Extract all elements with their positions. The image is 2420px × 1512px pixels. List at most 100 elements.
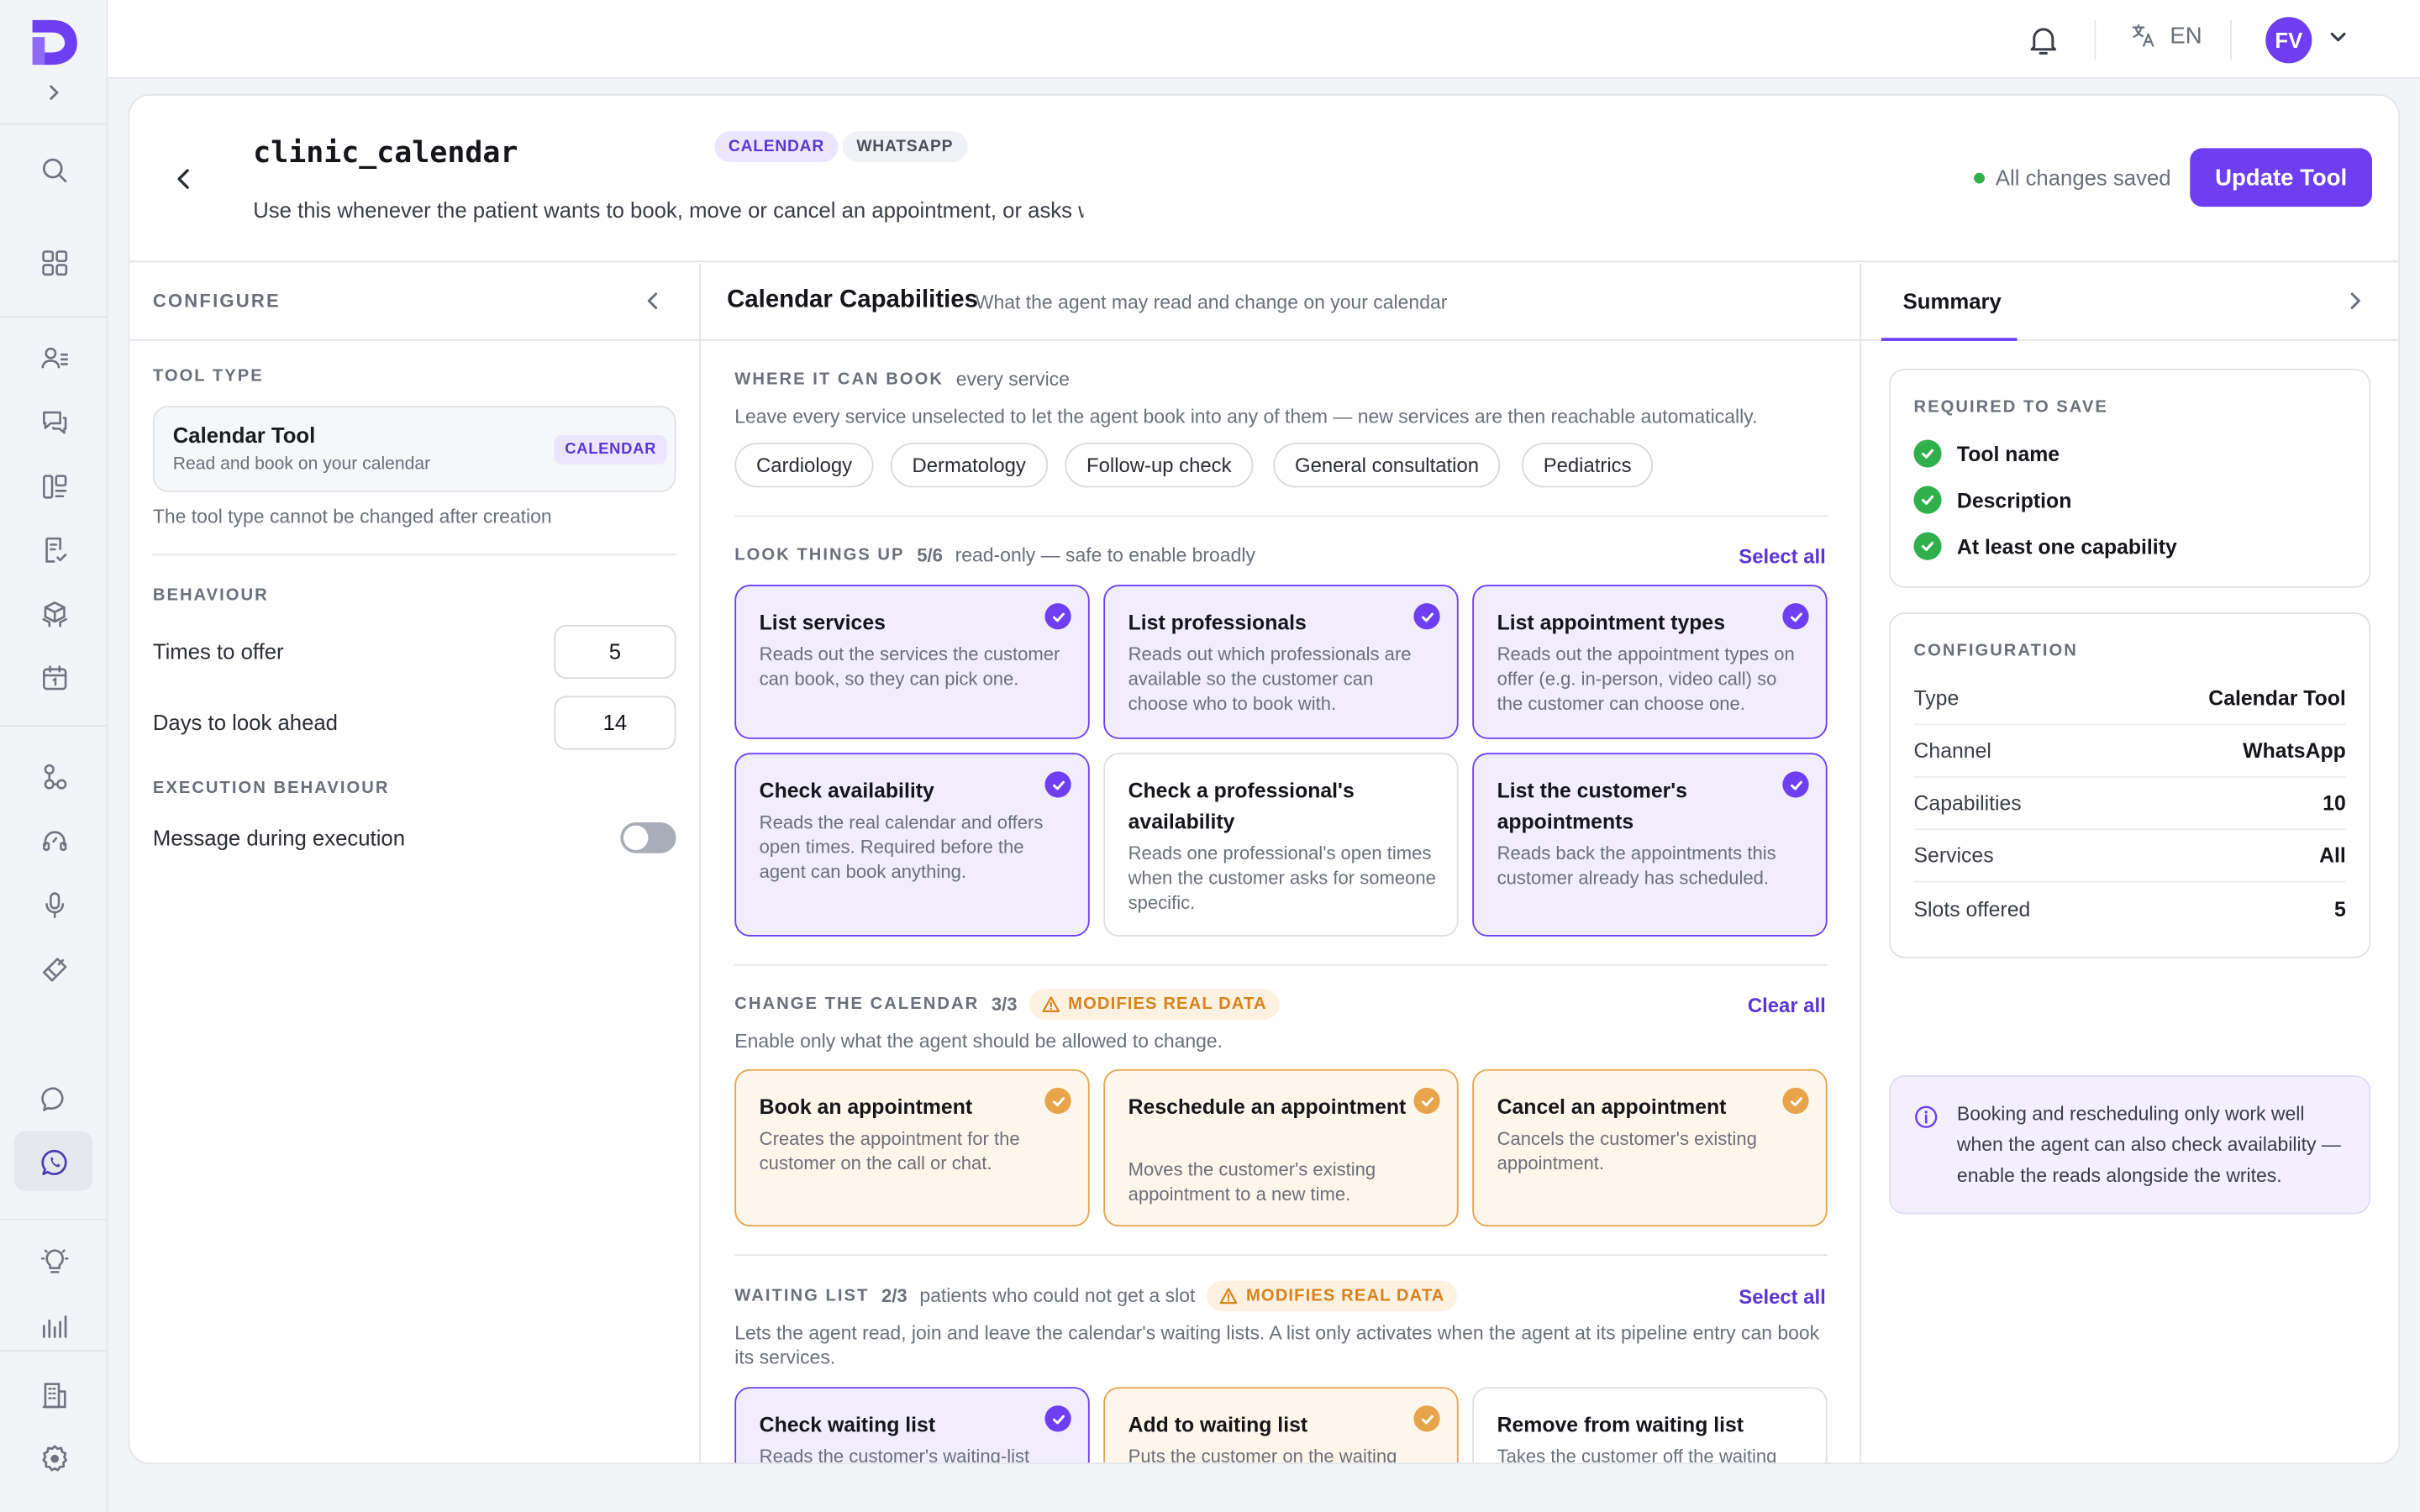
capability-book-appointment[interactable]: Book an appointment Creates the appointm…: [734, 1068, 1090, 1227]
where-note: every service: [955, 368, 1070, 391]
capability-list-appointment-types[interactable]: List appointment types Reads out the app…: [1472, 585, 1828, 739]
config-key: Type: [1913, 686, 1960, 710]
expand-rail-chevron-icon[interactable]: [39, 77, 70, 108]
change-description: Enable only what the agent should be all…: [734, 1030, 1223, 1053]
topbar-divider: [2094, 19, 2096, 60]
message-during-execution-toggle[interactable]: [620, 822, 676, 853]
expand-summary-chevron-icon[interactable]: [2343, 288, 2367, 321]
contacts-icon[interactable]: [31, 335, 77, 381]
capability-list-services[interactable]: List services Reads out the services the…: [734, 585, 1090, 739]
capability-check-waiting-list[interactable]: Check waiting list Reads the customer's …: [734, 1387, 1090, 1463]
capability-cancel-appointment[interactable]: Cancel an appointment Cancels the custom…: [1472, 1068, 1828, 1227]
whatsapp-icon[interactable]: [31, 1138, 77, 1184]
collapse-configure-chevron-icon[interactable]: [640, 288, 665, 321]
section-divider: [734, 963, 1828, 966]
checkmark-icon: [1044, 1405, 1071, 1432]
config-key: Channel: [1913, 738, 1991, 763]
capability-remove-from-waiting-list[interactable]: Remove from waiting list Takes the custo…: [1472, 1387, 1828, 1465]
config-value: 10: [2323, 791, 2346, 815]
config-row-channel: Channel WhatsApp: [1913, 725, 2346, 778]
language-selector[interactable]: EN: [2130, 22, 2202, 50]
dashboard-grid-icon[interactable]: [31, 239, 77, 286]
tool-editor-card: clinic_calendar CALENDAR WHATSAPP Use th…: [128, 94, 2401, 1465]
tool-type-label: TOOL TYPE: [152, 367, 264, 386]
config-row-slots-offered: Slots offered 5: [1914, 883, 2346, 935]
capability-reschedule-appointment[interactable]: Reschedule an appointment Moves the cust…: [1103, 1068, 1459, 1227]
capability-title: List appointment types: [1497, 611, 1725, 634]
tasks-icon[interactable]: [31, 526, 77, 572]
checkmark-icon: [1413, 1405, 1440, 1432]
days-ahead-input[interactable]: 14: [554, 696, 676, 750]
tool-type-card: Calendar Tool Read and book on your cale…: [152, 406, 676, 492]
service-chip-dermatology[interactable]: Dermatology: [890, 443, 1048, 488]
capability-description: Takes the customer off the waiting: [1497, 1445, 1777, 1465]
capability-title: Book an appointment: [759, 1095, 973, 1119]
capability-add-to-waiting-list[interactable]: Add to waiting list Puts the customer on…: [1103, 1387, 1459, 1465]
microphone-icon[interactable]: [31, 881, 77, 927]
required-item-label: Tool name: [1956, 442, 2060, 465]
lookup-select-all-link[interactable]: Select all: [1739, 544, 1826, 568]
times-to-offer-input[interactable]: 5: [554, 624, 676, 680]
update-tool-button[interactable]: Update Tool: [2190, 148, 2373, 207]
translate-icon: [2132, 24, 2154, 47]
lookup-note: read-only — safe to enable broadly: [955, 544, 1255, 567]
capability-description: Reads one professional's open times when…: [1128, 842, 1436, 914]
conversations-icon[interactable]: [31, 398, 77, 444]
notifications-bell-icon[interactable]: [2025, 22, 2062, 59]
account-menu-chevron-down-icon[interactable]: [2328, 26, 2349, 55]
waiting-note: patients who could not get a slot: [919, 1284, 1196, 1307]
analytics-chart-icon[interactable]: [31, 1302, 77, 1348]
times-to-offer-label: Times to offer: [152, 638, 284, 664]
section-divider: [734, 515, 1828, 517]
config-key: Services: [1913, 843, 1994, 868]
capability-check-professional-availability[interactable]: Check a professional's availability Read…: [1103, 753, 1459, 937]
capability-title: List the customer's appointments: [1497, 779, 1687, 833]
tab-summary[interactable]: Summary: [1903, 288, 2002, 312]
settings-gear-icon[interactable]: [31, 1435, 77, 1481]
workflows-icon[interactable]: [31, 753, 77, 799]
service-chip-general-consultation[interactable]: General consultation: [1273, 443, 1501, 488]
organization-building-icon[interactable]: [31, 1372, 77, 1418]
capability-description: Cancels the customer's existing appointm…: [1497, 1127, 1757, 1174]
capability-list-professionals[interactable]: List professionals Reads out which profe…: [1103, 585, 1459, 739]
checkmark-icon: [1782, 771, 1809, 798]
warning-triangle-icon: [1042, 996, 1060, 1013]
change-count: 3/3: [991, 993, 1018, 1016]
service-chip-follow-up-check[interactable]: Follow-up check: [1065, 443, 1254, 488]
agent-headset-icon[interactable]: [31, 817, 77, 864]
chat-bubble-icon[interactable]: [31, 1075, 77, 1121]
tool-name-field[interactable]: clinic_calendar: [253, 136, 518, 170]
checkmark-icon: [1782, 603, 1809, 630]
config-value: WhatsApp: [2243, 738, 2346, 763]
search-icon[interactable]: [31, 146, 77, 192]
required-item-label: At least one capability: [1956, 534, 2177, 558]
summary-panel: Summary REQUIRED TO SAVE Tool name Descr…: [1861, 264, 2399, 1462]
required-to-save-box: REQUIRED TO SAVE Tool name Description A…: [1889, 368, 2371, 588]
capability-description: Puts the customer on the waiting: [1128, 1445, 1397, 1465]
config-value: Calendar Tool: [2208, 686, 2346, 710]
required-label: REQUIRED TO SAVE: [1913, 397, 2108, 417]
brand-logo-icon[interactable]: [28, 15, 80, 67]
waiting-select-all-link[interactable]: Select all: [1739, 1285, 1826, 1309]
capability-description: Moves the customer's existing appointmen…: [1128, 1158, 1376, 1205]
warning-text: MODIFIES REAL DATA: [1245, 1286, 1445, 1305]
service-chip-pediatrics[interactable]: Pediatrics: [1521, 443, 1654, 488]
change-clear-all-link[interactable]: Clear all: [1748, 994, 1826, 1017]
config-key: Slots offered: [1913, 897, 2031, 921]
topbar-divider: [2230, 19, 2232, 60]
tool-description-field[interactable]: Use this whenever the patient wants to b…: [253, 197, 1083, 222]
config-row-capabilities: Capabilities 10: [1913, 778, 2346, 831]
calendar-icon[interactable]: [31, 654, 77, 701]
capability-title: List services: [759, 611, 886, 634]
service-chip-cardiology[interactable]: Cardiology: [734, 443, 874, 488]
capability-list-customer-appointments[interactable]: List the customer's appointments Reads b…: [1472, 753, 1828, 937]
insights-lightbulb-icon[interactable]: [31, 1237, 77, 1284]
modifies-data-warning-badge: MODIFIES REAL DATA: [1207, 1280, 1458, 1312]
capability-check-availability[interactable]: Check availability Reads the real calend…: [734, 753, 1090, 937]
products-boxes-icon[interactable]: [31, 591, 77, 637]
back-arrow-icon[interactable]: [170, 165, 197, 201]
pipeline-icon[interactable]: [31, 463, 77, 509]
user-avatar[interactable]: FV: [2265, 17, 2312, 64]
campaigns-megaphone-icon[interactable]: [31, 946, 77, 992]
capability-description: Reads back the appointments this custome…: [1497, 842, 1776, 889]
